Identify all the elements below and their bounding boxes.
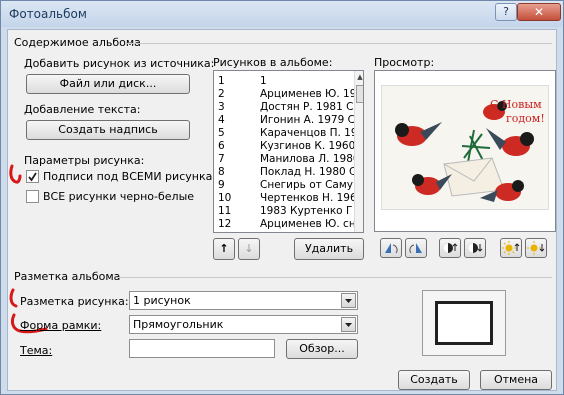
window-title: Фотоальбом	[9, 7, 87, 21]
brightness-down-icon	[527, 241, 545, 255]
red-annotation-mark	[9, 164, 22, 184]
file-or-disk-button[interactable]: Файл или диск...	[26, 74, 190, 94]
rotate-left-icon	[385, 243, 398, 254]
rotate-right-icon	[409, 243, 422, 254]
list-item[interactable]: 12 Арцименев Ю. сн	[214, 218, 354, 230]
new-textbox-button[interactable]: Создать надпись	[26, 120, 190, 140]
brightness-more-button[interactable]	[500, 238, 522, 258]
move-down-button[interactable]: ↓	[238, 238, 260, 260]
list-item[interactable]: 11	[214, 75, 354, 87]
frame-shape-value: Прямоугольник	[133, 318, 224, 331]
contrast-up-icon	[443, 243, 458, 253]
close-button[interactable]: ✕	[517, 3, 561, 21]
frame-shape-select[interactable]: Прямоугольник	[129, 315, 358, 334]
list-item[interactable]: 9 Снегирь от Самуі	[214, 179, 354, 191]
list-item[interactable]: 11 1983 Куртенко Г	[214, 205, 354, 217]
theme-label: Тема:	[20, 344, 53, 357]
layout-section-divider	[116, 277, 552, 278]
insert-text-label: Добавление текста:	[24, 103, 141, 116]
list-item[interactable]: 7 Манилова Л. 1980	[214, 153, 354, 165]
dialog-body: Содержимое альбома Добавить рисунок из и…	[7, 29, 557, 391]
photo-album-dialog: Фотоальбом ? ✕ Содержимое альбома Добави…	[0, 0, 564, 395]
contrast-less-button[interactable]	[464, 238, 486, 258]
preview-image: С Новым годом!	[381, 85, 549, 210]
browse-button[interactable]: Обзор...	[286, 339, 358, 359]
layout-section-title: Разметка альбома	[14, 270, 121, 283]
list-item[interactable]: 5 Караченцов П. 19	[214, 127, 354, 139]
picture-layout-value: 1 рисунок	[133, 294, 191, 307]
content-section-title: Содержимое альбома	[14, 36, 141, 49]
brightness-less-button[interactable]	[525, 238, 547, 258]
pictures-listbox[interactable]: 11 2 Арцименев Ю. 19 3 Достян Р. 1981 С 4И…	[213, 70, 364, 233]
list-item[interactable]: 6 Кузгинов К. 1960	[214, 140, 354, 152]
picture-layout-select[interactable]: 1 рисунок	[129, 291, 358, 310]
title-bar: Фотоальбом ? ✕	[1, 1, 563, 27]
list-item[interactable]: 8 Поклад Н. 1980 С	[214, 166, 354, 178]
list-item[interactable]: 2 Арцименев Ю. 19	[214, 88, 354, 100]
checkmark-icon	[28, 172, 37, 182]
picture-layout-label: Разметка рисунка:	[20, 295, 129, 308]
remove-button[interactable]: Удалить	[294, 238, 364, 260]
scroll-thumb[interactable]	[356, 85, 363, 103]
chevron-down-icon[interactable]	[341, 293, 356, 308]
content-section-divider	[126, 43, 552, 44]
preview-label: Просмотр:	[374, 56, 435, 69]
pictures-list-label: Рисунков в альбоме:	[213, 56, 333, 69]
captions-checkbox[interactable]	[26, 170, 39, 183]
move-up-button[interactable]: ↑	[213, 238, 235, 260]
list-item[interactable]: 4 Игонин А. 1979 С	[214, 114, 354, 126]
greeting-card-illustration: С Новым годом!	[395, 98, 545, 202]
rotate-right-button[interactable]	[405, 238, 427, 258]
list-item[interactable]: 3 Достян Р. 1981 С	[214, 101, 354, 113]
chevron-down-icon[interactable]	[341, 317, 356, 332]
cancel-button[interactable]: Отмена	[480, 370, 552, 390]
scroll-up-icon[interactable]: ▲	[355, 72, 363, 82]
create-button[interactable]: Создать	[398, 370, 470, 390]
insert-from-label: Добавить рисунок из источника:	[24, 57, 215, 70]
layout-preview	[422, 290, 506, 356]
layout-preview-frame	[435, 301, 493, 345]
card-text-line1: С Новым	[490, 98, 542, 111]
black-white-checkbox[interactable]	[26, 190, 39, 203]
theme-input[interactable]	[129, 339, 275, 358]
frame-shape-label: Форма рамки:	[20, 319, 102, 332]
contrast-down-icon	[468, 243, 483, 253]
picture-options-label: Параметры рисунка:	[24, 154, 145, 167]
list-item[interactable]: 10 Чертенков Н. 196	[214, 192, 354, 204]
brightness-up-icon	[502, 241, 520, 255]
contrast-more-button[interactable]	[439, 238, 461, 258]
captions-checkbox-label[interactable]: Подписи под ВСЕМИ рисунками	[43, 170, 228, 183]
card-text-line2: годом!	[506, 112, 545, 125]
rotate-left-button[interactable]	[380, 238, 402, 258]
list-scrollbar[interactable]: ▲	[354, 71, 363, 232]
help-button[interactable]: ?	[495, 3, 517, 21]
black-white-checkbox-label[interactable]: ВСЕ рисунки черно-белые	[43, 190, 194, 203]
preview-pane: С Новым годом!	[374, 70, 556, 232]
